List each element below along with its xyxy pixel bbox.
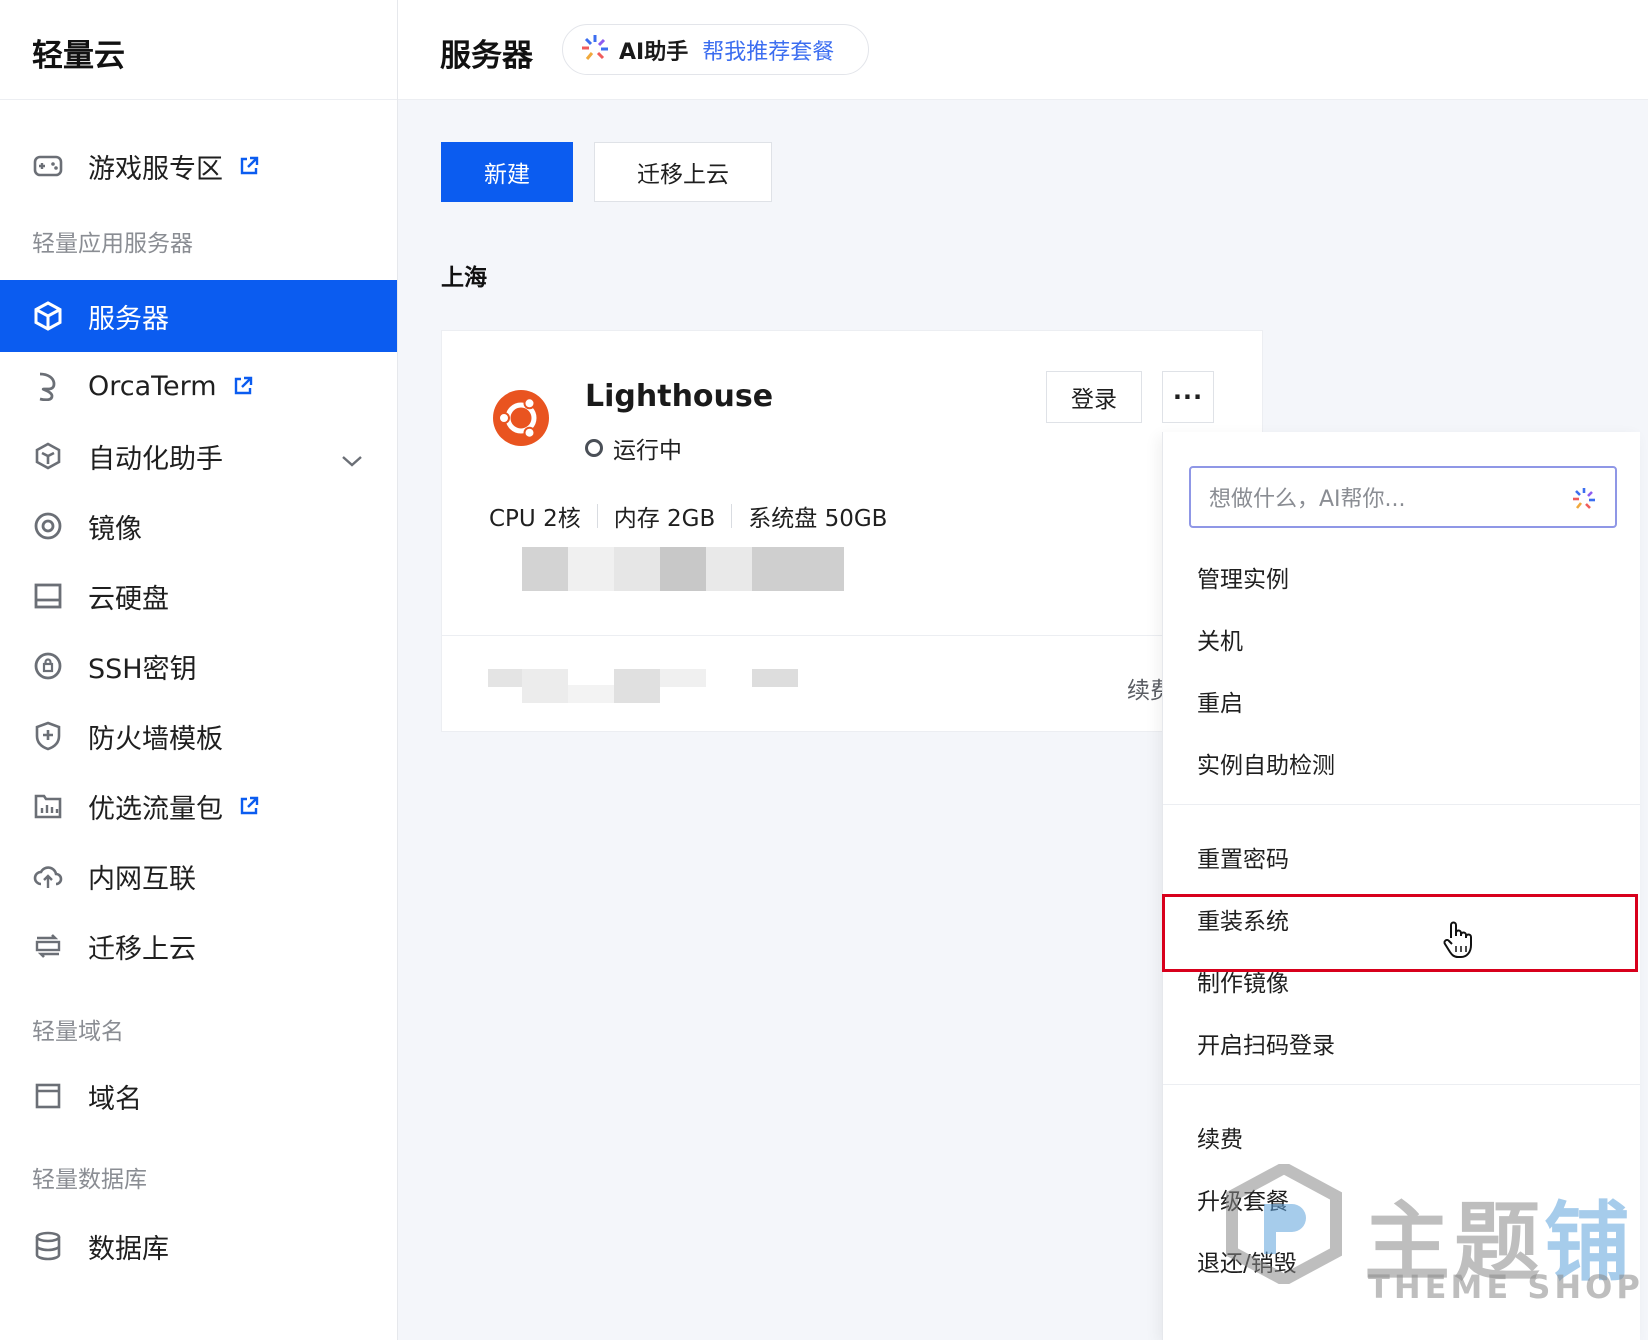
menu-item-shutdown[interactable]: 关机 [1197, 622, 1243, 656]
sidebar-item-images[interactable]: 镜像 [0, 490, 397, 562]
brand-title: 轻量云 [0, 0, 397, 100]
chevron-down-icon [341, 444, 363, 475]
watermark-text-en: THEME SHOP [1368, 1268, 1644, 1306]
sidebar-item-ssh-keys[interactable]: SSH密钥 [0, 630, 397, 702]
image-icon [32, 510, 64, 542]
spec-memory: 内存 2GB [613, 506, 716, 532]
login-button[interactable]: 登录 [1046, 371, 1142, 423]
highlight-annotation [1162, 894, 1638, 972]
sidebar-item-game-zone[interactable]: 游戏服专区 [0, 130, 397, 202]
sidebar-item-label: 数据库 [88, 1233, 169, 1265]
theme-shop-logo-icon [1224, 1161, 1344, 1288]
migrate-icon [32, 930, 64, 962]
sidebar-item-servers[interactable]: 服务器 [0, 280, 397, 352]
instance-status: 运行中 [585, 431, 682, 465]
disk-icon [32, 580, 64, 612]
menu-item-self-check[interactable]: 实例自助检测 [1197, 746, 1335, 780]
automation-icon [32, 440, 64, 472]
external-link-icon [239, 796, 259, 816]
traffic-icon [32, 790, 64, 822]
sidebar-item-label: 防火墙模板 [88, 723, 223, 755]
key-icon [32, 650, 64, 682]
spec-disk: 系统盘 50GB [748, 506, 888, 532]
section-label-db: 轻量数据库 [32, 1167, 147, 1193]
sidebar-item-label: 内网互联 [88, 863, 196, 895]
recommend-plan-link[interactable]: 帮我推荐套餐 [702, 34, 834, 66]
sidebar-item-disk[interactable]: 云硬盘 [0, 560, 397, 632]
external-link-icon [233, 376, 253, 396]
sidebar-item-label: SSH密钥 [88, 653, 197, 685]
sidebar-item-intranet[interactable]: 内网互联 [0, 840, 397, 912]
ai-command-input[interactable]: 想做什么，AI帮你... [1189, 466, 1617, 528]
sidebar-item-label: 域名 [88, 1083, 142, 1115]
section-label-domain: 轻量域名 [32, 1019, 124, 1045]
sidebar-item-database[interactable]: 数据库 [0, 1210, 397, 1282]
sidebar-item-label: 自动化助手 [88, 443, 223, 475]
hand-pointer-icon [1442, 920, 1474, 964]
spec-divider [731, 504, 733, 528]
ai-assistant-label: AI助手 [619, 39, 689, 65]
menu-item-restart[interactable]: 重启 [1197, 684, 1243, 718]
card-divider [442, 635, 1262, 636]
menu-divider [1163, 1084, 1640, 1085]
section-label-lighthouse: 轻量应用服务器 [32, 231, 193, 257]
external-link-icon [239, 156, 259, 176]
ai-sparkle-icon[interactable] [1571, 486, 1597, 518]
menu-divider [1163, 804, 1640, 805]
instance-specs: CPU 2核 内存 2GB 系统盘 50GB [489, 499, 887, 533]
ai-assistant-button[interactable]: AI助手 帮我推荐套餐 [562, 24, 869, 75]
terminal-icon [32, 370, 64, 402]
spec-cpu: CPU 2核 [489, 506, 581, 532]
status-dot-icon [585, 439, 603, 457]
spec-divider [596, 504, 598, 528]
sidebar-item-migrate[interactable]: 迁移上云 [0, 910, 397, 982]
shield-icon [32, 720, 64, 752]
sidebar: 轻量云 游戏服专区 轻量应用服务器 服务器 OrcaTerm 自动化助手 镜像 … [0, 0, 398, 1340]
more-actions-button[interactable]: ··· [1162, 371, 1214, 423]
region-title: 上海 [441, 265, 487, 291]
sidebar-item-firewall[interactable]: 防火墙模板 [0, 700, 397, 772]
menu-item-manage-instance[interactable]: 管理实例 [1197, 560, 1289, 594]
domain-icon [32, 1080, 64, 1112]
ubuntu-logo-icon [492, 389, 550, 451]
cube-icon [32, 300, 64, 332]
ai-input-placeholder: 想做什么，AI帮你... [1209, 487, 1406, 512]
page-title: 服务器 [440, 38, 533, 74]
sidebar-item-label: 游戏服专区 [88, 153, 223, 185]
migrate-button[interactable]: 迁移上云 [594, 142, 772, 202]
sidebar-item-orcaterm[interactable]: OrcaTerm [0, 350, 397, 422]
sidebar-item-traffic[interactable]: 优选流量包 [0, 770, 397, 842]
instance-card: Lighthouse 运行中 登录 ··· CPU 2核 内存 2GB 系统盘 … [441, 330, 1263, 732]
sidebar-item-label: 迁移上云 [88, 933, 196, 965]
top-bar: 服务器 AI助手 帮我推荐套餐 [398, 0, 1648, 100]
database-icon [32, 1230, 64, 1262]
instance-name[interactable]: Lighthouse [585, 379, 773, 414]
gamepad-icon [32, 150, 64, 182]
sidebar-item-label: 镜像 [88, 513, 142, 545]
new-button[interactable]: 新建 [441, 142, 573, 202]
status-text: 运行中 [613, 438, 682, 464]
menu-item-renew[interactable]: 续费 [1197, 1120, 1243, 1154]
ai-sparkle-icon [579, 32, 611, 68]
sidebar-item-domain[interactable]: 域名 [0, 1060, 397, 1132]
sidebar-item-label: 优选流量包 [88, 793, 223, 825]
sidebar-item-label: 服务器 [88, 303, 169, 335]
sidebar-item-automation[interactable]: 自动化助手 [0, 420, 397, 492]
sidebar-item-label: 云硬盘 [88, 583, 169, 615]
sidebar-item-label: OrcaTerm [88, 370, 217, 402]
cloud-link-icon [32, 860, 64, 892]
menu-item-enable-qr-login[interactable]: 开启扫码登录 [1197, 1026, 1335, 1060]
menu-item-reset-password[interactable]: 重置密码 [1197, 840, 1289, 874]
